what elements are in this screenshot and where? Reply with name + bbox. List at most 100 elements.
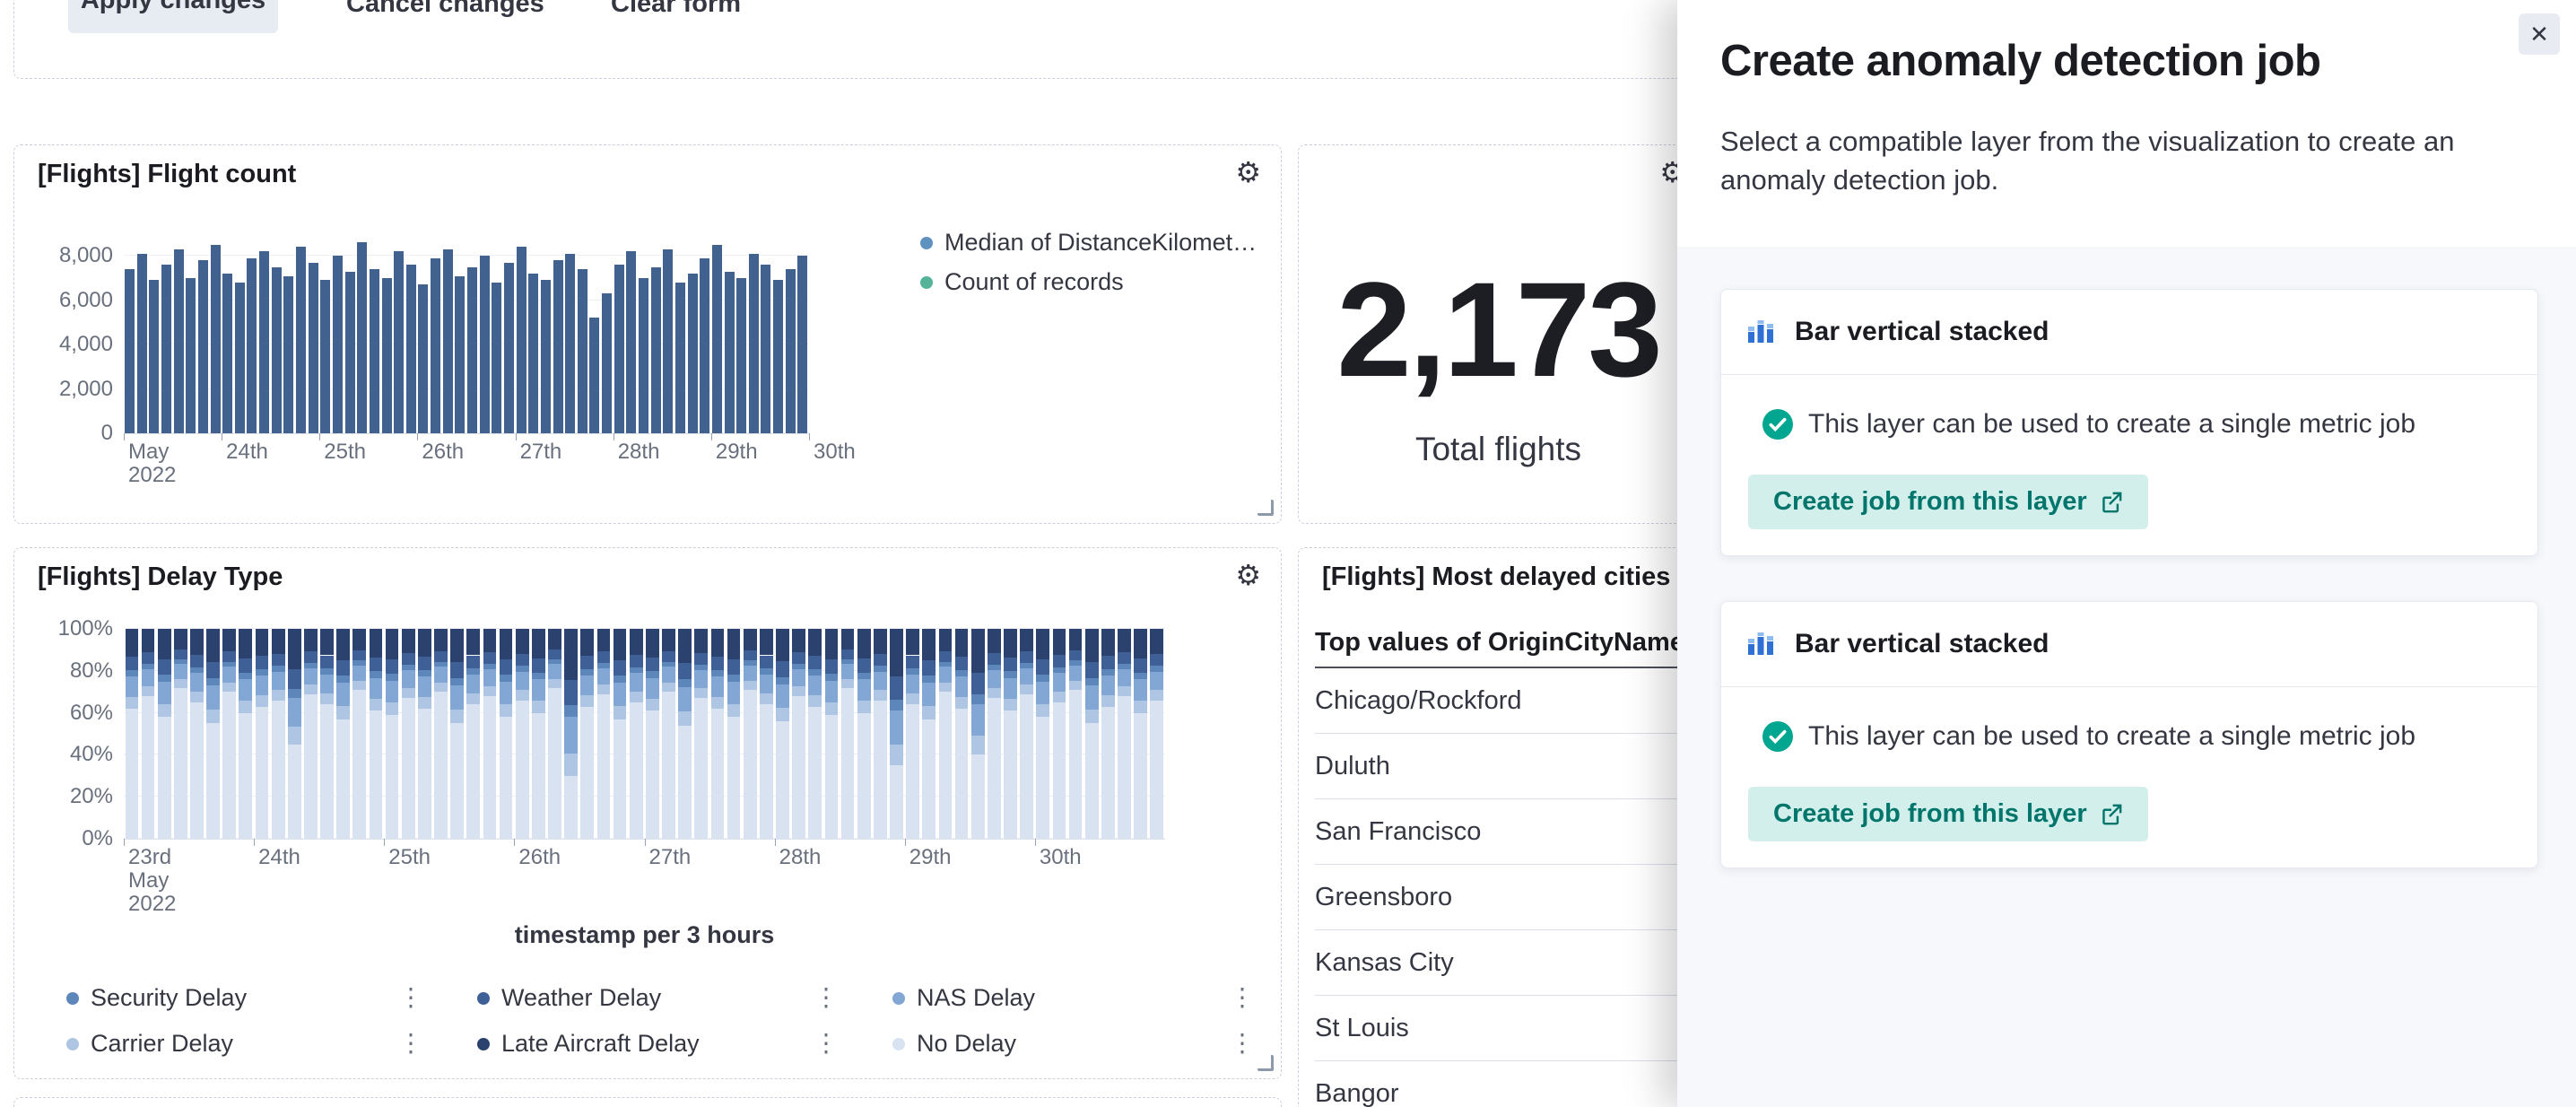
delay-stacked-bar-segment[interactable]	[955, 697, 969, 709]
flight-count-bar[interactable]	[749, 254, 759, 433]
delay-stacked-bar-segment[interactable]	[597, 629, 611, 651]
flight-count-bar[interactable]	[235, 283, 245, 433]
flight-count-bar[interactable]	[736, 278, 746, 433]
delay-stacked-bar-segment[interactable]	[792, 696, 805, 839]
delay-stacked-bar-segment[interactable]	[662, 683, 675, 693]
delay-stacked-bar-segment[interactable]	[336, 629, 350, 660]
delay-stacked-bar-segment[interactable]	[727, 717, 741, 839]
delay-stacked-bar-segment[interactable]	[1118, 696, 1131, 839]
delay-stacked-bar-segment[interactable]	[580, 656, 594, 669]
delay-stacked-bar-segment[interactable]	[874, 701, 887, 839]
flight-count-bar[interactable]	[517, 247, 527, 433]
delay-stacked-bar-segment[interactable]	[694, 698, 708, 839]
delay-stacked-bar-segment[interactable]	[744, 629, 757, 650]
delay-type-plot[interactable]	[124, 629, 1165, 840]
legend-options-icon[interactable]: ⋮	[814, 1031, 839, 1056]
delay-stacked-bar-segment[interactable]	[662, 692, 675, 839]
delay-stacked-bar-segment[interactable]	[500, 682, 513, 704]
delay-stacked-bar-segment[interactable]	[776, 684, 789, 708]
delay-stacked-bar-segment[interactable]	[678, 711, 692, 726]
delay-stacked-bar-segment[interactable]	[402, 665, 415, 670]
delay-stacked-bar-segment[interactable]	[744, 660, 757, 665]
delay-stacked-bar-segment[interactable]	[418, 697, 431, 709]
delay-stacked-bar-segment[interactable]	[922, 676, 936, 683]
delay-stacked-bar-segment[interactable]	[614, 629, 627, 660]
delay-stacked-bar-segment[interactable]	[988, 629, 1001, 653]
delay-stacked-bar-segment[interactable]	[922, 629, 936, 660]
panel-resize-handle[interactable]	[1258, 500, 1274, 516]
delay-stacked-bar-segment[interactable]	[1036, 659, 1049, 675]
delay-stacked-bar-segment[interactable]	[434, 629, 448, 651]
delay-stacked-bar-segment[interactable]	[614, 719, 627, 839]
delay-stacked-bar-segment[interactable]	[1101, 656, 1115, 669]
delay-stacked-bar-segment[interactable]	[1150, 701, 1163, 839]
delay-stacked-bar-segment[interactable]	[516, 672, 529, 690]
delay-stacked-bar-segment[interactable]	[126, 629, 139, 657]
delay-stacked-bar-segment[interactable]	[256, 656, 269, 669]
legend-options-icon[interactable]: ⋮	[814, 985, 839, 1010]
delay-stacked-bar-segment[interactable]	[564, 680, 578, 705]
delay-stacked-bar-segment[interactable]	[352, 629, 366, 650]
delay-stacked-bar-segment[interactable]	[466, 675, 480, 693]
delay-stacked-bar-segment[interactable]	[158, 682, 171, 704]
delay-stacked-bar-segment[interactable]	[1004, 671, 1017, 677]
legend-options-icon[interactable]: ⋮	[398, 985, 423, 1010]
delay-stacked-bar-segment[interactable]	[1150, 666, 1163, 671]
delay-stacked-bar-segment[interactable]	[532, 629, 545, 658]
flight-count-bar[interactable]	[797, 256, 807, 433]
delay-stacked-bar-segment[interactable]	[352, 681, 366, 690]
delay-stacked-bar-segment[interactable]	[466, 668, 480, 675]
delay-stacked-bar-segment[interactable]	[418, 709, 431, 839]
delay-stacked-bar-segment[interactable]	[386, 715, 399, 839]
delay-stacked-bar-segment[interactable]	[630, 673, 643, 691]
delay-stacked-bar-segment[interactable]	[792, 629, 805, 652]
flight-count-bar[interactable]	[504, 263, 514, 433]
delay-stacked-bar-segment[interactable]	[370, 710, 383, 839]
delay-stacked-bar-segment[interactable]	[727, 659, 741, 675]
delay-stacked-bar-segment[interactable]	[1150, 690, 1163, 701]
legend-item-weather-delay[interactable]: Weather Delay	[477, 984, 661, 1012]
delay-stacked-bar-segment[interactable]	[402, 670, 415, 687]
flight-count-bar[interactable]	[565, 254, 575, 433]
flight-count-bar[interactable]	[370, 269, 379, 433]
delay-stacked-bar-segment[interactable]	[564, 717, 578, 754]
delay-stacked-bar-segment[interactable]	[825, 629, 839, 659]
legend-item-security-delay[interactable]: Security Delay	[66, 984, 247, 1012]
delay-stacked-bar-segment[interactable]	[190, 702, 204, 839]
delay-stacked-bar-segment[interactable]	[336, 683, 350, 705]
delay-stacked-bar-segment[interactable]	[1036, 629, 1049, 659]
delay-stacked-bar-segment[interactable]	[239, 658, 252, 673]
delay-stacked-bar-segment[interactable]	[792, 652, 805, 664]
delay-stacked-bar-segment[interactable]	[564, 754, 578, 776]
delay-stacked-bar-segment[interactable]	[1150, 672, 1163, 690]
delay-stacked-bar-segment[interactable]	[922, 719, 936, 839]
delay-stacked-bar-segment[interactable]	[614, 660, 627, 676]
delay-stacked-bar-segment[interactable]	[206, 662, 220, 678]
delay-stacked-bar-segment[interactable]	[906, 656, 919, 668]
delay-stacked-bar-segment[interactable]	[272, 672, 285, 690]
delay-stacked-bar-segment[interactable]	[874, 672, 887, 690]
delay-stacked-bar-segment[interactable]	[922, 683, 936, 705]
delay-stacked-bar-segment[interactable]	[890, 676, 903, 700]
delay-stacked-bar-segment[interactable]	[256, 669, 269, 676]
delay-stacked-bar-segment[interactable]	[614, 676, 627, 683]
delay-stacked-bar-segment[interactable]	[580, 676, 594, 695]
delay-stacked-bar-segment[interactable]	[174, 688, 187, 839]
delay-stacked-bar-segment[interactable]	[614, 683, 627, 705]
delay-stacked-bar-segment[interactable]	[239, 673, 252, 679]
delay-stacked-bar-segment[interactable]	[1134, 673, 1147, 679]
delay-stacked-bar-segment[interactable]	[988, 670, 1001, 687]
delay-stacked-bar-segment[interactable]	[336, 676, 350, 683]
delay-stacked-bar-segment[interactable]	[890, 745, 903, 765]
delay-stacked-bar-segment[interactable]	[434, 651, 448, 662]
delay-stacked-bar-segment[interactable]	[174, 649, 187, 659]
delay-stacked-bar-segment[interactable]	[370, 678, 383, 699]
delay-stacked-bar-segment[interactable]	[646, 658, 659, 672]
delay-stacked-bar-segment[interactable]	[597, 684, 611, 694]
delay-stacked-bar-segment[interactable]	[158, 675, 171, 682]
delay-stacked-bar-segment[interactable]	[630, 692, 643, 702]
delay-stacked-bar-segment[interactable]	[418, 670, 431, 676]
flight-count-bar[interactable]	[626, 251, 636, 433]
delay-stacked-bar-segment[interactable]	[500, 629, 513, 659]
delay-stacked-bar-segment[interactable]	[418, 657, 431, 670]
